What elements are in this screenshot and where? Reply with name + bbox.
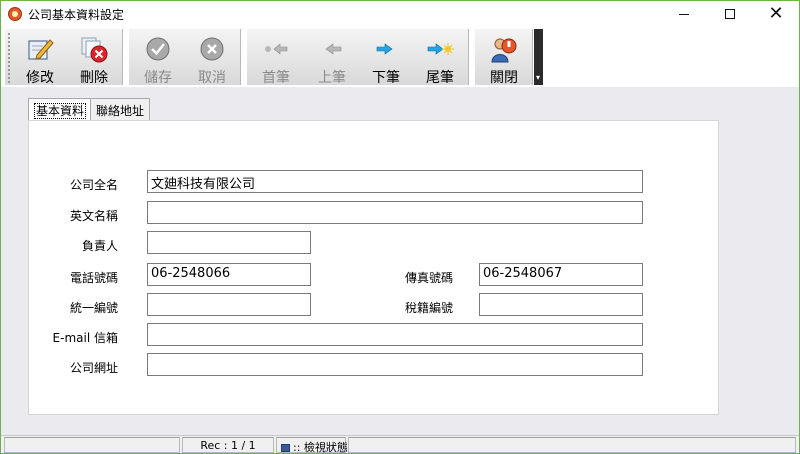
view-mode-status: :: 檢視狀態: [276, 437, 348, 454]
last-record-button[interactable]: 尾筆: [413, 29, 467, 86]
english-name-label: 英文名稱: [69, 209, 118, 223]
phone-label: 電話號碼: [69, 271, 118, 285]
toolbar: 修改 刪除 儲存 取消 首筆 上筆 下筆 尾筆 關閉 ▾: [1, 27, 799, 87]
toolbar-group-edit: 修改 刪除: [5, 29, 123, 86]
email-field[interactable]: [147, 323, 643, 346]
record-counter: Rec : 1 / 1: [182, 437, 274, 453]
tab-basic-info[interactable]: 基本資料: [28, 98, 93, 121]
edit-icon: [28, 39, 54, 60]
first-record-icon: [265, 43, 288, 55]
close-form-label: 關閉: [490, 70, 518, 86]
close-window-button[interactable]: ✕: [753, 1, 799, 27]
save-label: 儲存: [144, 70, 172, 86]
save-button[interactable]: 儲存: [131, 29, 185, 86]
toolbar-group-navigation: 首筆 上筆 下筆 尾筆: [247, 29, 469, 86]
next-record-icon: [376, 43, 393, 55]
toolbar-grip[interactable]: [8, 33, 11, 83]
minimize-button[interactable]: [661, 1, 707, 27]
toolbar-overflow-button[interactable]: ▾: [534, 29, 543, 85]
status-bar: Rec : 1 / 1 :: 檢視狀態: [1, 435, 799, 453]
owner-field[interactable]: [147, 231, 311, 254]
form-panel: 公司全名 文廸科技有限公司 英文名稱 負責人 電話號碼 06-2548066 傳…: [28, 120, 719, 415]
english-name-field[interactable]: [147, 201, 643, 224]
tab-basic-info-label: 基本資料: [34, 103, 87, 119]
toolbar-group-close: 關閉: [475, 29, 533, 86]
delete-icon: [81, 37, 108, 63]
edit-button[interactable]: 修改: [13, 29, 67, 86]
chevron-down-icon: ▾: [536, 73, 541, 82]
app-window: 公司基本資料設定 ✕ 修改 刪除 儲存 取消 首筆 上筆 下筆 尾筆 關閉 ▾ …: [0, 0, 800, 454]
close-door-icon: [491, 38, 517, 63]
status-cell-empty: [4, 437, 180, 453]
minimize-icon: [679, 13, 689, 15]
tab-contact-address[interactable]: 聯絡地址: [90, 98, 151, 120]
view-mode-text: :: 檢視狀態: [293, 441, 348, 454]
tax-id-field[interactable]: [147, 293, 311, 316]
tab-contact-address-label: 聯絡地址: [96, 104, 145, 118]
first-record-label: 首筆: [262, 70, 290, 86]
website-label: 公司網址: [69, 361, 118, 375]
grid-icon: [281, 444, 290, 452]
fax-label: 傳真號碼: [404, 271, 453, 285]
next-record-button[interactable]: 下筆: [359, 29, 413, 86]
save-check-icon: [146, 37, 170, 61]
cancel-icon: [200, 37, 224, 61]
status-cell-spacer: [348, 437, 796, 453]
phone-field[interactable]: 06-2548066: [147, 263, 311, 286]
fax-field[interactable]: 06-2548067: [479, 263, 643, 286]
tax-registration-label: 稅籍編號: [404, 301, 453, 315]
email-label: E-mail 信箱: [52, 331, 118, 345]
close-form-button[interactable]: 關閉: [477, 29, 531, 86]
delete-label: 刪除: [80, 70, 108, 86]
title-bar: 公司基本資料設定 ✕: [1, 1, 799, 27]
previous-record-button[interactable]: 上筆: [305, 29, 359, 86]
window-title: 公司基本資料設定: [28, 8, 125, 22]
edit-label: 修改: [26, 70, 54, 86]
delete-button[interactable]: 刪除: [67, 29, 121, 86]
toolbar-group-save: 儲存 取消: [129, 29, 241, 86]
tax-id-label: 統一編號: [69, 301, 118, 315]
previous-record-label: 上筆: [318, 70, 346, 86]
previous-record-icon: [325, 43, 342, 55]
company-name-label: 公司全名: [69, 178, 118, 192]
cancel-button[interactable]: 取消: [185, 29, 239, 86]
last-record-label: 尾筆: [426, 70, 454, 86]
last-record-icon: [427, 43, 454, 55]
first-record-button[interactable]: 首筆: [249, 29, 303, 86]
website-field[interactable]: [147, 353, 643, 376]
maximize-icon: [725, 9, 735, 19]
app-icon: [8, 7, 22, 21]
company-name-field[interactable]: 文廸科技有限公司: [147, 170, 643, 193]
maximize-button[interactable]: [707, 1, 753, 27]
cancel-label: 取消: [198, 70, 226, 86]
close-icon: ✕: [768, 3, 784, 24]
tax-registration-field[interactable]: [479, 293, 643, 316]
owner-label: 負責人: [81, 239, 118, 253]
next-record-label: 下筆: [372, 70, 400, 86]
